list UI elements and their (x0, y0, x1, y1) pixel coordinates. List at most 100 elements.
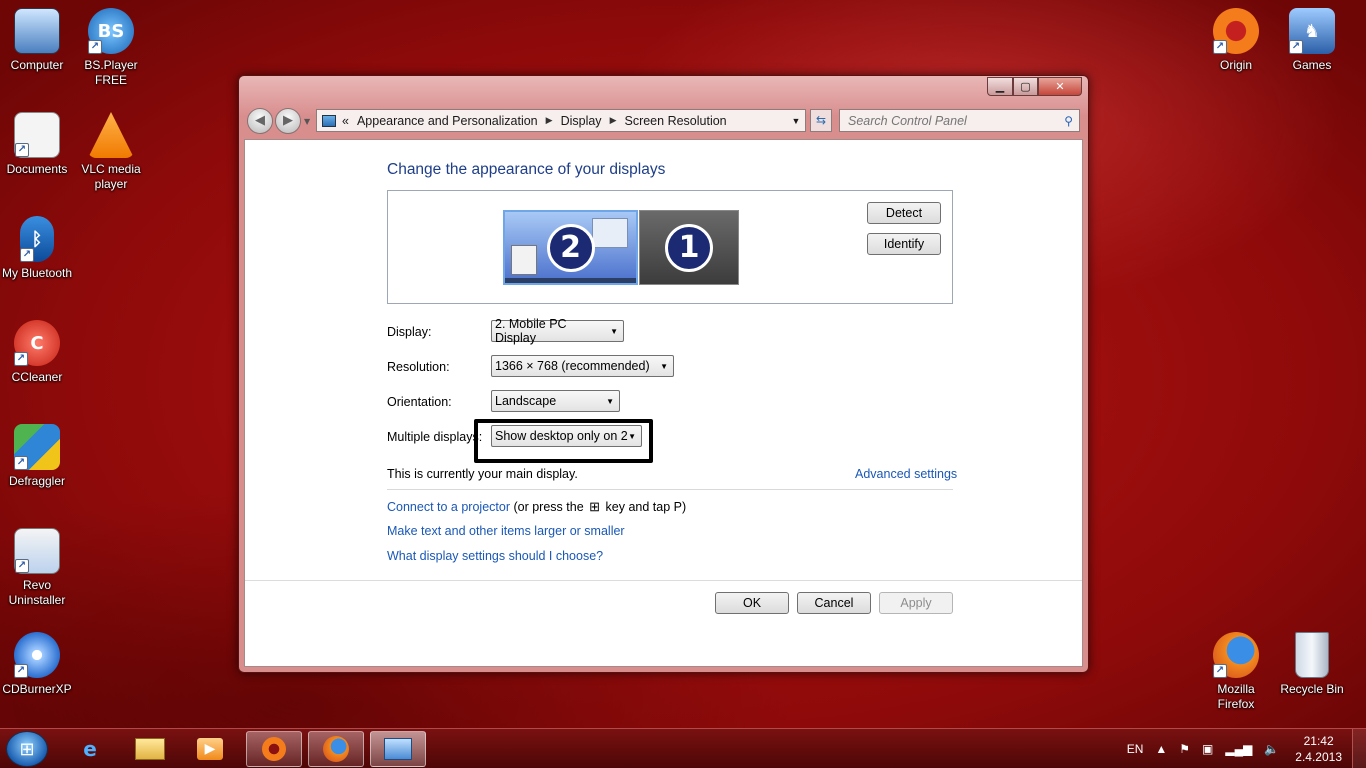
annotation-highlight-box (474, 419, 653, 463)
divider (387, 489, 953, 490)
display-label: Display: (387, 325, 432, 339)
desktop-icon-cdburnerxp[interactable]: ↗ CDBurnerXP (0, 632, 74, 697)
breadcrumb-overflow[interactable]: « (342, 114, 349, 128)
display-value: 2. Mobile PC Display (495, 317, 567, 345)
explorer-icon[interactable] (122, 731, 178, 767)
ccleaner-icon: C ↗ (14, 320, 60, 366)
main-content: Change the appearance of your displays 2… (244, 139, 1083, 667)
show-hidden-icons-icon[interactable]: ▲ (1155, 742, 1167, 756)
forward-button[interactable]: ▶ (275, 108, 301, 134)
text-size-link[interactable]: Make text and other items larger or smal… (387, 524, 625, 538)
show-desktop-button[interactable] (1352, 729, 1366, 768)
desktop-icon-label: Games (1292, 58, 1332, 72)
projector-hint-end: key and tap P) (605, 500, 687, 514)
apply-button[interactable]: Apply (879, 592, 953, 614)
monitor-1[interactable]: 1 (639, 210, 739, 285)
desktop-icon-vlc[interactable]: VLC media player (74, 112, 148, 192)
defraggler-icon: ↗ (14, 424, 60, 470)
desktop-icon-label: Revo Uninstaller (8, 578, 66, 607)
desktop-icon-label: VLC media player (81, 162, 141, 191)
chevron-right-icon[interactable]: ▶ (546, 115, 553, 126)
window-controls: ▁ ▢ ✕ (987, 77, 1082, 96)
address-bar[interactable]: « Appearance and Personalization ▶ Displ… (316, 109, 806, 132)
origin-taskbar-icon[interactable] (246, 731, 302, 767)
minimize-button[interactable]: ▁ (987, 77, 1013, 96)
close-button[interactable]: ✕ (1038, 77, 1082, 96)
desktop-icon-bluetooth[interactable]: ᛒ ↗ My Bluetooth (0, 216, 74, 281)
desktop-icon-origin[interactable]: ↗ Origin (1199, 8, 1273, 73)
footer-divider (245, 580, 1082, 581)
desktop-icon-computer[interactable]: Computer (0, 8, 74, 73)
control-panel-icon (322, 114, 336, 127)
desktop-icon-label: Mozilla Firefox (1217, 682, 1255, 711)
breadcrumb-appearance[interactable]: Appearance and Personalization (357, 114, 538, 128)
back-button[interactable]: ◀ (247, 108, 273, 134)
desktop-icon-label: Recycle Bin (1280, 682, 1344, 696)
desktop-icon-label: My Bluetooth (1, 266, 73, 280)
orientation-value: Landscape (495, 394, 557, 408)
orientation-select[interactable]: Landscape ▼ (491, 390, 620, 412)
desktop-icon-documents[interactable]: ↗ Documents (0, 112, 74, 177)
advanced-settings-link[interactable]: Advanced settings (855, 467, 957, 481)
refresh-button[interactable]: ⇆ (810, 109, 832, 132)
connect-projector-link[interactable]: Connect to a projector (387, 500, 510, 514)
desktop-icon-ccleaner[interactable]: C ↗ CCleaner (0, 320, 74, 385)
resolution-select[interactable]: 1366 × 768 (recommended) ▼ (491, 355, 674, 377)
clock[interactable]: 21:42 2.4.2013 (1295, 733, 1342, 765)
navigation-buttons: ◀ ▶ ▼ (247, 108, 310, 134)
desktop-icon-bsplayer[interactable]: BS ↗ BS.Player FREE (74, 8, 148, 88)
projector-hint: (or press the (513, 500, 584, 514)
desktop-icon-defraggler[interactable]: ↗ Defraggler (0, 424, 74, 489)
chevron-down-icon: ▼ (610, 326, 618, 336)
maximize-button[interactable]: ▢ (1013, 77, 1038, 96)
cancel-button[interactable]: Cancel (797, 592, 871, 614)
breadcrumb-display[interactable]: Display (561, 114, 602, 128)
volume-icon[interactable]: 🔈 (1264, 742, 1279, 756)
network-icon[interactable]: ▂▄▆ (1225, 742, 1252, 756)
search-input[interactable] (848, 113, 1048, 128)
desktop-icon-games[interactable]: ♞ ↗ Games (1275, 8, 1349, 73)
clock-date: 2.4.2013 (1295, 750, 1342, 764)
display-help-link[interactable]: What display settings should I choose? (387, 549, 603, 563)
bsplayer-icon: BS ↗ (88, 8, 134, 54)
vlc-icon (88, 112, 134, 158)
page-title: Change the appearance of your displays (387, 161, 666, 178)
search-box[interactable]: ⚲ (839, 109, 1080, 132)
recent-pages-dropdown[interactable]: ▼ (304, 117, 310, 126)
bluetooth-icon: ᛒ ↗ (20, 216, 54, 262)
orientation-label: Orientation: (387, 395, 452, 409)
desktop-icon-recycle-bin[interactable]: Recycle Bin (1275, 632, 1349, 697)
desktop-icon-label: BS.Player FREE (84, 58, 138, 87)
breadcrumb-screen-resolution[interactable]: Screen Resolution (624, 114, 726, 128)
search-icon[interactable]: ⚲ (1064, 114, 1073, 128)
language-indicator[interactable]: EN (1127, 742, 1144, 756)
revo-icon: ↗ (14, 528, 60, 574)
chevron-down-icon: ▼ (606, 396, 614, 406)
desktop-icon-label: Origin (1219, 58, 1252, 72)
recycle-bin-icon (1295, 632, 1329, 678)
desktop-icon-firefox[interactable]: ↗ Mozilla Firefox (1199, 632, 1273, 712)
main-display-text: This is currently your main display. (387, 467, 578, 481)
desktop-icon-label: Defraggler (8, 474, 66, 488)
action-center-icon[interactable]: ⚑ (1179, 742, 1190, 756)
detect-button[interactable]: Detect (867, 202, 941, 224)
display-select[interactable]: 2. Mobile PC Display ▼ (491, 317, 624, 345)
monitor-2[interactable]: 2 (503, 210, 638, 285)
documents-icon: ↗ (14, 112, 60, 158)
internet-explorer-icon[interactable]: e (62, 731, 118, 767)
start-button[interactable]: ⊞ (6, 731, 48, 767)
device-icon[interactable]: ▣ (1202, 742, 1213, 756)
desktop-icon-revo[interactable]: ↗ Revo Uninstaller (0, 528, 74, 608)
chevron-down-icon[interactable]: ▼ (787, 116, 805, 126)
window-preview (592, 218, 628, 248)
firefox-taskbar-icon[interactable] (308, 731, 364, 767)
origin-icon: ↗ (1213, 8, 1259, 54)
ok-button[interactable]: OK (715, 592, 789, 614)
chevron-right-icon[interactable]: ▶ (610, 115, 617, 126)
screen-resolution-window: ▁ ▢ ✕ ◀ ▶ ▼ « Appearance and Personaliza… (238, 75, 1089, 673)
taskbar-preview (505, 278, 636, 283)
identify-button[interactable]: Identify (867, 233, 941, 255)
multiple-displays-label: Multiple displays: (387, 430, 483, 444)
media-player-icon[interactable]: ▶ (182, 731, 238, 767)
control-panel-taskbar-icon[interactable] (370, 731, 426, 767)
